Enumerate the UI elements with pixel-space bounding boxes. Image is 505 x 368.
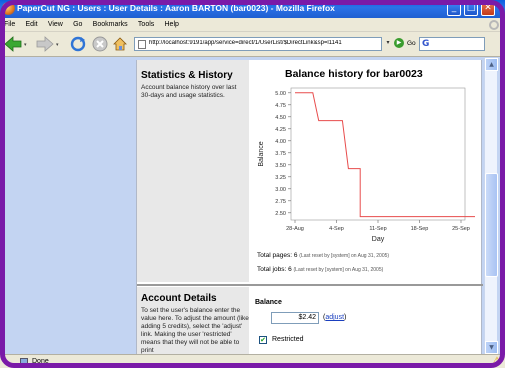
back-icon[interactable] [4,36,22,52]
total-jobs-note: (Last reset by [system] on Aug 31, 2005) [293,267,384,273]
stats-description: Account balance history over last 30-day… [141,84,237,99]
account-description: To set the user's balance enter the valu… [141,307,249,354]
status-bar: Done ⚠ [0,354,505,368]
stats-title: Statistics & History [141,70,233,81]
scroll-thumb[interactable] [485,173,498,277]
y-axis-label: Balance [258,141,265,166]
vertical-scrollbar[interactable]: ▲ ▼ [484,58,498,354]
menu-go[interactable]: Go [69,18,86,32]
scroll-up-button[interactable]: ▲ [485,58,498,71]
restricted-label: Restricted [272,336,304,343]
home-icon[interactable] [112,36,128,52]
adjust-link[interactable]: adjust [325,314,344,321]
stop-icon[interactable] [92,36,108,52]
y-tick-label: 3.75 [275,151,286,157]
balance-chart: 2.50 2.75 3.00 3.25 3.50 3.75 4.00 4.25 4.50 4.75… [258,87,475,243]
restricted-checkbox[interactable]: ✔ [259,336,267,344]
y-tick-label: 4.25 [275,127,286,133]
google-icon: G [422,39,430,49]
y-tick-label: 3.25 [275,175,286,181]
adjust-link-wrapper: (adjust) [323,314,347,321]
menu-bar: File Edit View Go Bookmarks Tools Help [0,18,505,32]
y-tick-label: 3.50 [275,163,286,169]
x-tick-label: 25-Sep [452,226,470,232]
maximize-button[interactable]: □ [464,2,478,16]
y-tick-label: 4.00 [275,139,286,145]
y-tick-label: 3.00 [275,187,286,193]
page-icon [138,40,146,49]
go-label: Go [407,40,416,47]
title-bar: PaperCut NG : Users : User Details : Aar… [0,0,505,18]
throbber-icon [489,20,499,30]
go-button[interactable]: ▶ Go [394,37,416,51]
account-title: Account Details [141,293,217,304]
firefox-icon [2,2,15,15]
x-axis-label: Day [372,236,385,243]
y-tick-label: 5.00 [275,91,286,97]
reload-icon[interactable] [70,36,86,52]
menu-edit[interactable]: Edit [22,18,42,32]
menu-tools[interactable]: Tools [134,18,158,32]
scroll-down-button[interactable]: ▼ [485,341,498,354]
forward-dropdown-icon[interactable]: ▾ [56,42,59,48]
y-tick-label: 4.50 [275,115,286,121]
total-jobs-label: Total jobs: 6 [257,266,292,273]
navigation-toolbar: ▾ ▾ http://localhost:9191/app/service=di… [0,32,505,57]
total-pages-line: Total pages: 6 (Last reset by [system] o… [257,252,389,259]
chart-plot-area [290,87,466,221]
close-button[interactable]: ✕ [481,2,495,16]
menu-file[interactable]: File [0,18,19,32]
forward-icon[interactable] [36,36,54,52]
status-text: Done [32,358,49,365]
y-tick-label: 2.75 [275,199,286,205]
x-tick-label: 4-Sep [329,226,344,232]
user-details-panel: Statistics & History Account balance his… [136,60,483,354]
warning-icon[interactable]: ⚠ [493,356,501,366]
x-tick-label: 28-Aug [286,226,304,232]
page-content: Statistics & History Account balance his… [12,58,484,354]
balance-label: Balance [255,299,282,306]
y-tick-label: 4.75 [275,103,286,109]
menu-view[interactable]: View [44,18,67,32]
browser-window: PaperCut NG : Users : User Details : Aar… [0,0,505,368]
go-icon: ▶ [394,38,404,49]
x-tick-label: 11-Sep [369,226,386,232]
url-dropdown-icon[interactable]: ▾ [384,39,392,49]
menu-help[interactable]: Help [161,18,183,32]
chart-title: Balance history for bar0023 [285,68,423,80]
url-bar[interactable]: http://localhost:9191/app/service=direct… [134,37,382,51]
y-tick-label: 2.50 [275,211,286,217]
status-page-icon [20,358,28,366]
window-title: PaperCut NG : Users : User Details : Aar… [17,3,335,13]
balance-input[interactable]: $2.42 [271,312,319,324]
section-divider [137,284,483,286]
search-input[interactable]: G [419,37,485,51]
url-text[interactable]: http://localhost:9191/app/service=direct… [149,40,377,46]
total-pages-label: Total pages: 6 [257,252,298,259]
x-tick-label: 18-Sep [411,226,429,232]
total-pages-note: (Last reset by [system] on Aug 31, 2005) [299,253,390,259]
total-jobs-line: Total jobs: 6 (Last reset by [system] on… [257,266,383,273]
menu-bookmarks[interactable]: Bookmarks [89,18,132,32]
back-dropdown-icon[interactable]: ▾ [24,42,27,48]
minimize-button[interactable]: _ [447,2,461,16]
